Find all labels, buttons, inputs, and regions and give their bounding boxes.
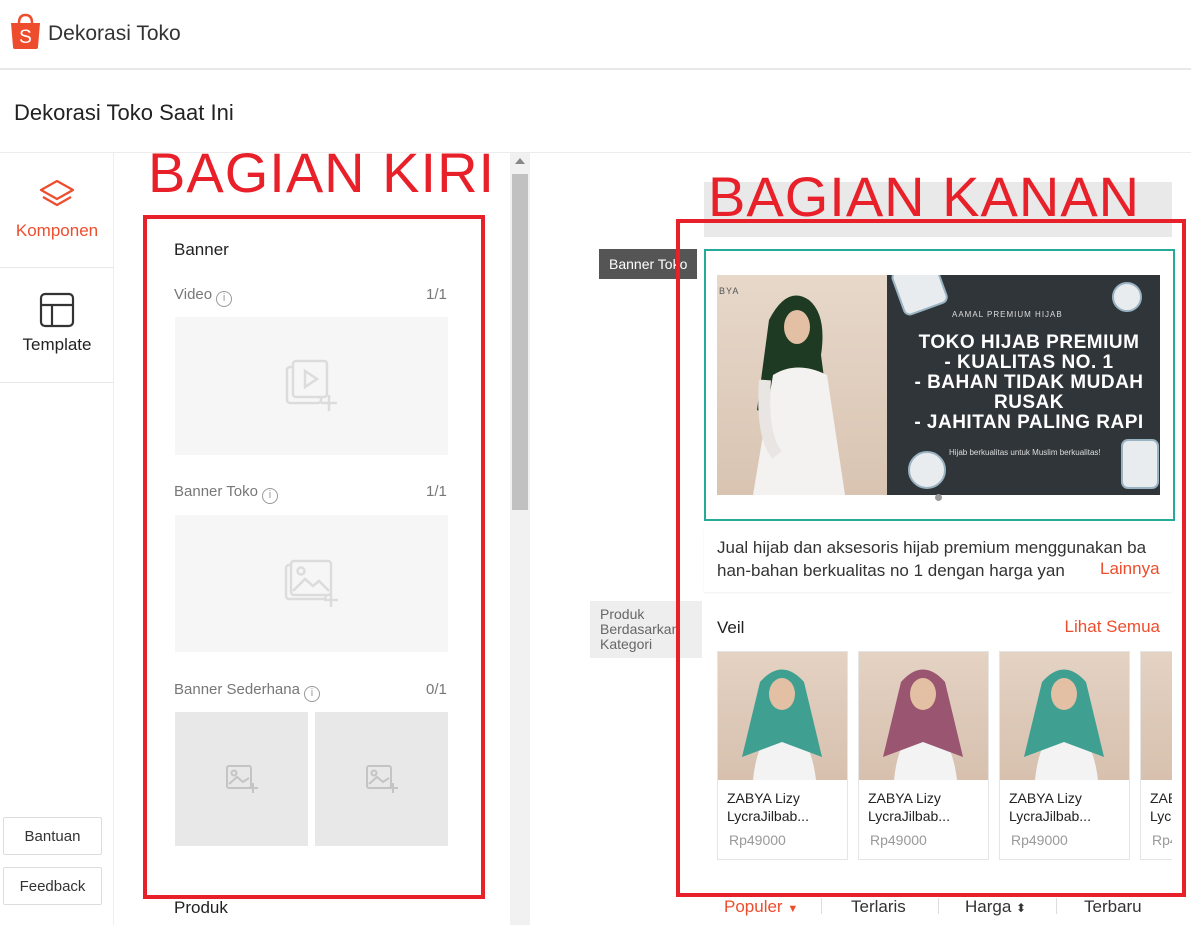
rail-item-label: Komponen (15, 221, 99, 240)
sort-harga[interactable]: Harga ⬍ (965, 897, 1026, 917)
top-bar: S Dekorasi Toko (0, 0, 1191, 70)
annotation-label-right: BAGIAN KANAN (708, 165, 1141, 228)
help-button[interactable]: Bantuan (3, 817, 102, 855)
layers-icon (39, 179, 75, 207)
sort-separator (821, 898, 822, 914)
logo-letter: S (19, 27, 32, 48)
shopee-logo-icon: S (11, 13, 40, 49)
caret-down-icon: ▼ (787, 903, 799, 915)
scrollbar-thumb[interactable] (512, 174, 528, 510)
rail-item-komponen[interactable]: Komponen (0, 177, 114, 241)
sort-label: Populer (724, 897, 783, 916)
sort-populer[interactable]: Populer ▼ (724, 897, 798, 917)
rail-separator (0, 267, 114, 268)
page-title: Dekorasi Toko Saat Ini (14, 100, 234, 125)
sort-terbaru[interactable]: Terbaru (1084, 897, 1142, 917)
template-icon (39, 292, 75, 328)
rail-item-template[interactable]: Template (0, 291, 114, 355)
left-rail: Komponen Template Bantuan Feedback (0, 153, 114, 925)
product-section-title: Produk (174, 898, 228, 917)
annotation-box-right (676, 219, 1186, 897)
rail-item-label: Template (22, 335, 92, 354)
rail-separator (0, 382, 114, 383)
sort-label: Harga (965, 897, 1012, 916)
sort-separator (938, 898, 939, 914)
scroll-up-arrow-icon[interactable] (515, 158, 525, 164)
app-title: Dekorasi Toko (48, 22, 181, 45)
feedback-button[interactable]: Feedback (3, 867, 102, 905)
annotation-box-left (143, 215, 485, 899)
sort-separator (1056, 898, 1057, 914)
annotation-label-left: BAGIAN KIRI (148, 141, 496, 204)
sort-updown-icon: ⬍ (1016, 901, 1027, 915)
sort-terlaris[interactable]: Terlaris (851, 897, 906, 917)
